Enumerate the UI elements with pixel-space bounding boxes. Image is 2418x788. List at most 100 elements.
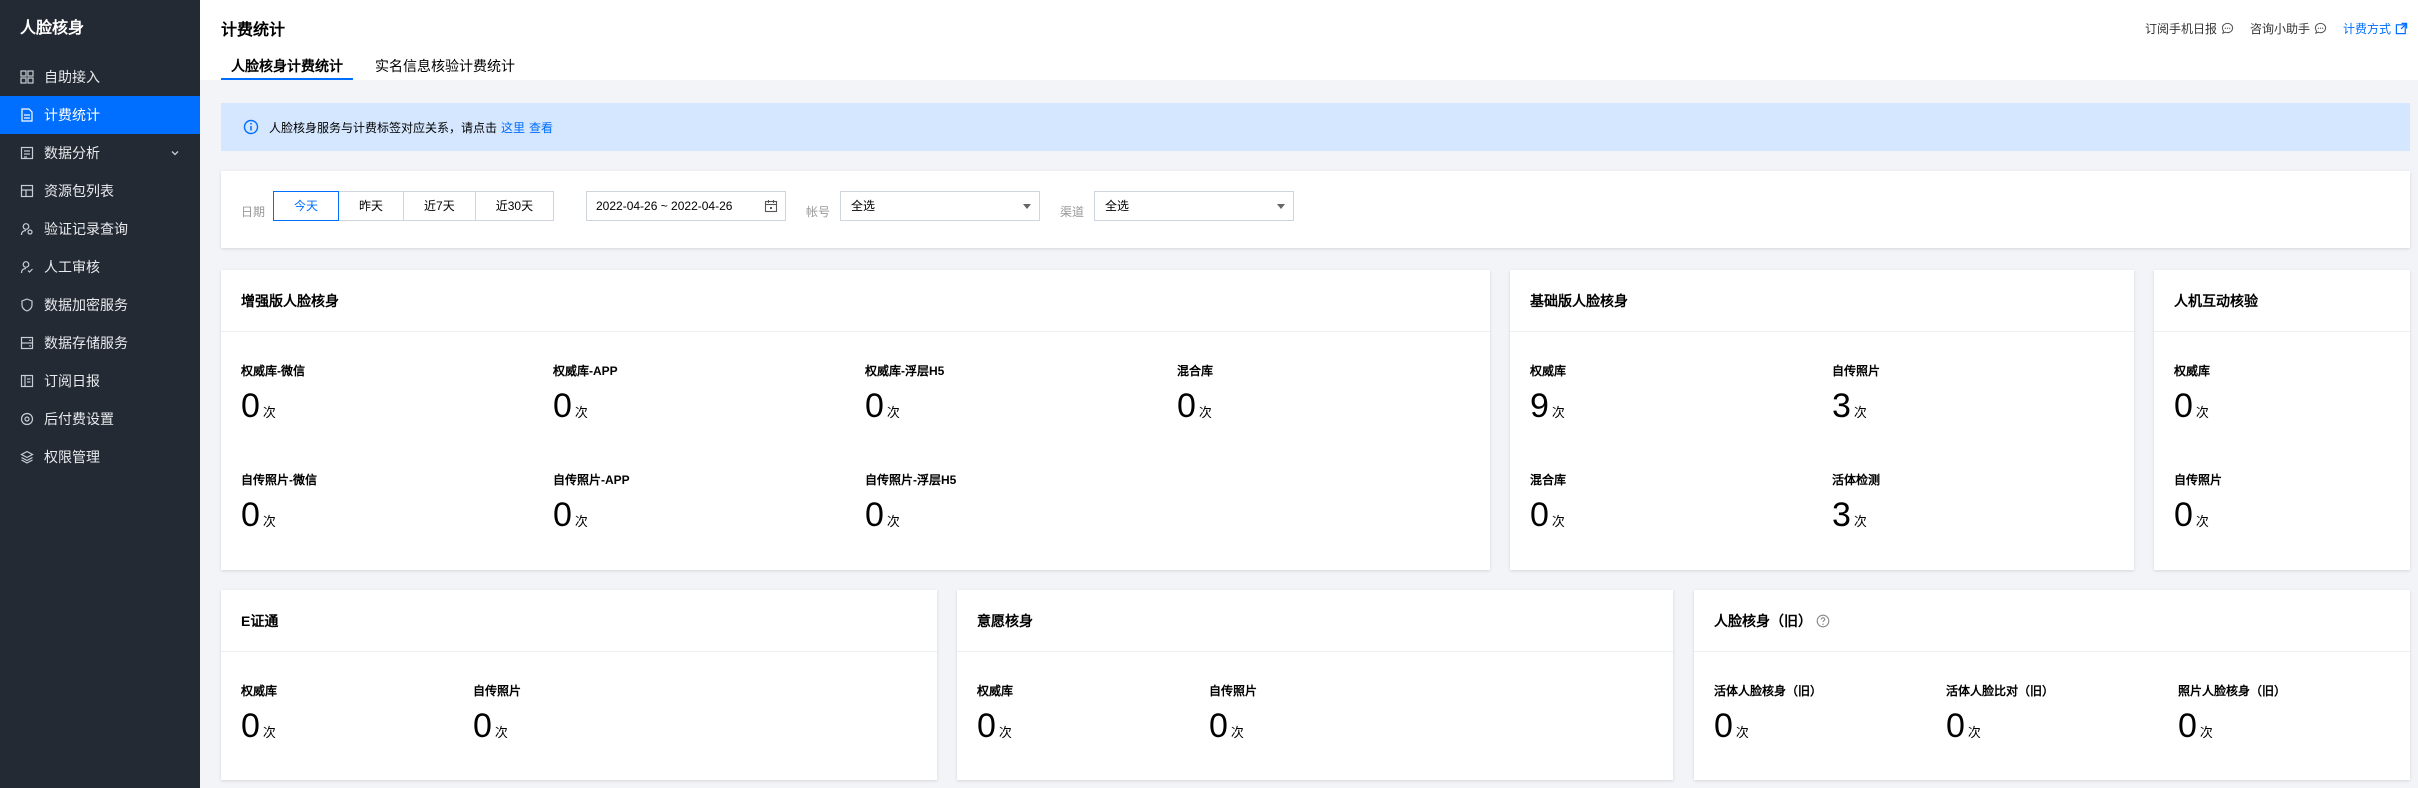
metric-value: 0 — [473, 707, 492, 745]
metric-unit: 次 — [574, 514, 588, 529]
package-icon — [20, 184, 34, 198]
banner-here-link[interactable]: 这里 — [501, 119, 525, 136]
metric-unit: 次 — [574, 405, 588, 420]
calendar-doc-icon — [20, 374, 34, 388]
metric-label: 活体人脸比对（旧） — [1946, 684, 2055, 698]
card-title: 基础版人脸核身 — [1510, 270, 2134, 332]
metric-unit: 次 — [886, 514, 900, 529]
subscribe-mobile-report-link[interactable]: 订阅手机日报 — [2145, 20, 2234, 37]
sidebar-item-label: 数据分析 — [44, 145, 100, 161]
sidebar-item-label: 后付费设置 — [44, 411, 114, 427]
user-search-icon — [20, 222, 34, 236]
help-icon[interactable] — [1816, 614, 1830, 628]
metric-value: 0 — [2178, 707, 2197, 745]
metric-unit: 次 — [2195, 514, 2209, 529]
metric-unit: 次 — [262, 405, 276, 420]
metric-label: 活体人脸核身（旧） — [1714, 684, 1823, 698]
document-icon — [20, 108, 34, 122]
assistant-link[interactable]: 咨询小助手 — [2250, 20, 2327, 37]
metric-label: 权威库 — [241, 684, 278, 698]
sidebar-item-verification-records[interactable]: 验证记录查询 — [0, 210, 200, 248]
metric-value: 0 — [1530, 496, 1549, 534]
user-check-icon — [20, 260, 34, 274]
card-enhanced-face: 增强版人脸核身 权威库-微信 0次 权威库-APP 0次 权威库-浮层H5 0次… — [221, 270, 1490, 570]
date-range-value: 2022-04-26 ~ 2022-04-26 — [596, 199, 733, 213]
sidebar-item-data-analysis[interactable]: 数据分析 — [0, 134, 200, 172]
chat-icon — [2314, 22, 2327, 34]
channel-select[interactable]: 全选 — [1094, 191, 1294, 221]
sidebar-item-data-encryption[interactable]: 数据加密服务 — [0, 286, 200, 324]
metric-value: 0 — [241, 707, 260, 745]
date-yesterday-button[interactable]: 昨天 — [338, 191, 405, 221]
metric: 自传照片 0次 — [2174, 471, 2222, 535]
settings-circle-icon — [20, 412, 34, 426]
metric: 自传照片-APP 0次 — [553, 471, 630, 535]
chevron-down-icon[interactable] — [170, 148, 180, 158]
sidebar-item-permissions[interactable]: 权限管理 — [0, 438, 200, 476]
account-label: 帐号 — [806, 205, 831, 219]
date-30days-button[interactable]: 近30天 — [474, 191, 555, 221]
card-title: 增强版人脸核身 — [221, 270, 1490, 332]
calendar-icon — [764, 199, 778, 213]
date-range-picker[interactable]: 2022-04-26 ~ 2022-04-26 — [586, 191, 786, 221]
info-icon — [243, 119, 259, 135]
metric-label: 自传照片 — [1832, 364, 1881, 378]
metric-value: 0 — [977, 707, 996, 745]
metric-value: 0 — [1946, 707, 1965, 745]
sidebar-item-resource-packages[interactable]: 资源包列表 — [0, 172, 200, 210]
sidebar-item-billing-stats[interactable]: 计费统计 — [0, 96, 200, 134]
tab-face-billing[interactable]: 人脸核身计费统计 — [221, 56, 353, 80]
metric-label: 自传照片 — [2174, 473, 2223, 487]
sidebar-item-label: 数据存储服务 — [44, 335, 128, 351]
info-banner: 人脸核身服务与计费标签对应关系，请点击 这里 查看 — [221, 103, 2410, 151]
date-7days-button[interactable]: 近7天 — [403, 191, 476, 221]
metric-label: 权威库 — [1530, 364, 1567, 378]
metric-label: 权威库-微信 — [241, 364, 305, 378]
metric-unit: 次 — [1735, 725, 1749, 740]
metric-unit: 次 — [1853, 405, 1867, 420]
metric-label: 权威库-APP — [553, 364, 618, 378]
page-title: 计费统计 — [221, 22, 286, 39]
sidebar-item-label: 订阅日报 — [44, 373, 100, 389]
sidebar-item-label: 人工审核 — [44, 259, 100, 275]
date-quick-select: 今天 昨天 近7天 近30天 — [273, 191, 555, 221]
metric-label: 混合库 — [1177, 364, 1214, 378]
metric-value: 3 — [1832, 387, 1851, 425]
sidebar-item-label: 数据加密服务 — [44, 297, 128, 313]
header-links: 订阅手机日报 咨询小助手 计费方式 — [2129, 20, 2408, 37]
metric: 照片人脸核身（旧） 0次 — [2178, 682, 2286, 746]
metric: 混合库 0次 — [1530, 471, 1566, 535]
metric-label: 活体检测 — [1832, 473, 1881, 487]
metric-value: 0 — [241, 387, 260, 425]
metric-value: 0 — [1177, 387, 1196, 425]
metric: 权威库 0次 — [241, 682, 277, 746]
account-select[interactable]: 全选 — [840, 191, 1040, 221]
metric: 自传照片 3次 — [1832, 362, 1880, 426]
sidebar-item-data-storage[interactable]: 数据存储服务 — [0, 324, 200, 362]
metric-value: 0 — [865, 387, 884, 425]
sidebar-item-manual-review[interactable]: 人工审核 — [0, 248, 200, 286]
date-today-button[interactable]: 今天 — [273, 191, 340, 221]
date-label: 日期 — [241, 205, 266, 219]
chat-icon — [2221, 22, 2234, 34]
tab-realname-billing[interactable]: 实名信息核验计费统计 — [365, 56, 525, 80]
metric-value: 0 — [1714, 707, 1733, 745]
sidebar-item-daily-report[interactable]: 订阅日报 — [0, 362, 200, 400]
banner-view-link[interactable]: 查看 — [529, 119, 553, 136]
card-eid: E证通 权威库 0次 自传照片 0次 — [221, 590, 937, 780]
metric-label: 混合库 — [1530, 473, 1567, 487]
billing-method-link[interactable]: 计费方式 — [2343, 20, 2408, 37]
metric-label: 自传照片-浮层H5 — [865, 473, 957, 487]
metric: 自传照片 0次 — [1209, 682, 1257, 746]
metric-unit: 次 — [1551, 514, 1565, 529]
sidebar-item-label: 权限管理 — [44, 449, 100, 465]
caret-down-icon — [1023, 204, 1031, 209]
metric: 活体检测 3次 — [1832, 471, 1880, 535]
metric-unit: 次 — [494, 725, 508, 740]
sidebar-item-postpaid-settings[interactable]: 后付费设置 — [0, 400, 200, 438]
sidebar-item-self-access[interactable]: 自助接入 — [0, 58, 200, 96]
metric-unit: 次 — [2199, 725, 2213, 740]
card-basic-face: 基础版人脸核身 权威库 9次 自传照片 3次 混合库 0次 活体检测 3次 — [1510, 270, 2134, 570]
billing-method-label: 计费方式 — [2342, 22, 2391, 36]
metric-unit: 次 — [886, 405, 900, 420]
